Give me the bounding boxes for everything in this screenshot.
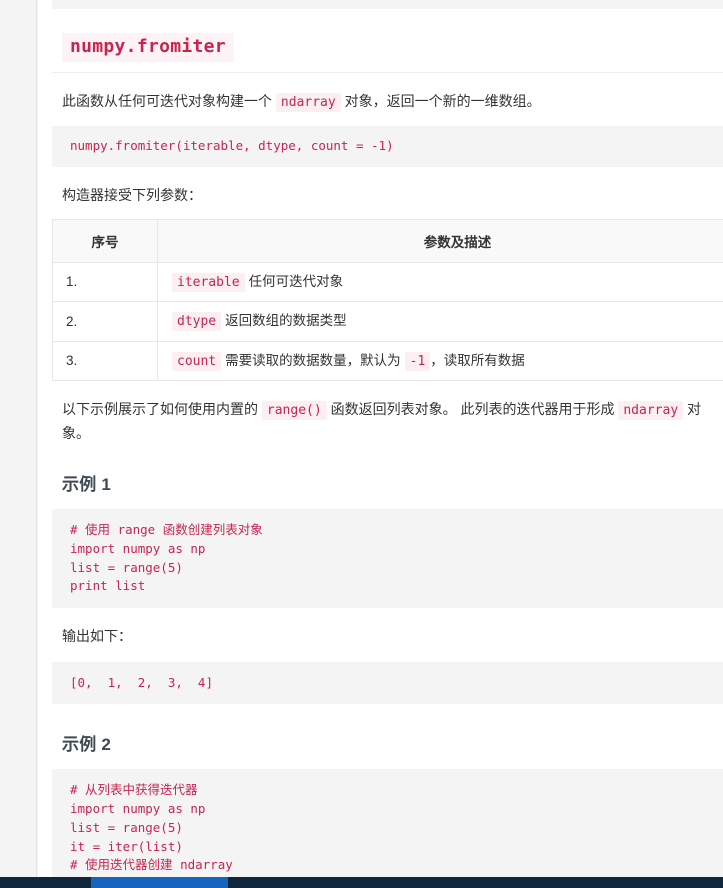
table-body: 1. iterable 任何可迭代对象 2. dtype 返回数组的数据类型 3.	[52, 261, 723, 382]
example-1-output-label: 输出如下：	[62, 628, 132, 645]
table-cell-description: count 需要读取的数据数量，默认为 -1 ，读取所有数据	[157, 340, 723, 382]
table-row: 1. iterable 任何可迭代对象	[52, 261, 723, 303]
documentation-page: numpy.fromiter 此函数从任何可迭代对象构建一个 ndarray 对…	[0, 0, 723, 877]
table-column-header-index: 序号	[52, 218, 158, 263]
table-cell-description: iterable 任何可迭代对象	[157, 261, 723, 303]
parameters-table: 序号 参数及描述 1. iterable 任何可迭代对象 2. dtype 返回…	[52, 218, 723, 382]
table-cell-description: dtype 返回数组的数据类型	[157, 301, 723, 342]
param-description-text: 需要读取的数据数量，默认为	[225, 352, 401, 368]
table-header: 序号 参数及描述	[52, 218, 723, 263]
table-column-header-description: 参数及描述	[157, 218, 723, 263]
inline-code-default-value: -1	[404, 351, 431, 371]
left-gutter	[0, 0, 37, 877]
inline-code-ndarray-2: ndarray	[618, 401, 684, 421]
param-description-text-continued: ，读取所有数据	[430, 352, 525, 368]
examples-intro-paragraph: 以下示例展示了如何使用内置的 range() 函数返回列表对象。 此列表的迭代器…	[62, 398, 723, 444]
inline-code-ndarray: ndarray	[275, 92, 341, 112]
inline-code-range: range()	[261, 401, 327, 421]
example-1-code-block: # 使用 range 函数创建列表对象 import numpy as np l…	[52, 509, 723, 609]
intro-text-before: 此函数从任何可迭代对象构建一个	[62, 92, 272, 109]
params-intro-paragraph: 构造器接受下列参数：	[62, 187, 202, 204]
scrollbar-thumb[interactable]	[91, 877, 228, 888]
title-divider	[52, 71, 723, 73]
content-column: numpy.fromiter 此函数从任何可迭代对象构建一个 ndarray 对…	[38, 0, 723, 877]
example-2-code-block: # 从列表中获得迭代器 import numpy as np list = ra…	[52, 769, 723, 877]
example-1-output-block: [0, 1, 2, 3, 4]	[52, 661, 723, 705]
table-row: 3. count 需要读取的数据数量，默认为 -1 ，读取所有数据	[52, 340, 723, 382]
table-row: 2. dtype 返回数组的数据类型	[52, 301, 723, 342]
param-description-text: 返回数组的数据类型	[225, 313, 347, 329]
inline-code-param-name: iterable	[172, 272, 245, 292]
table-header-row: 序号 参数及描述	[52, 218, 723, 263]
horizontal-scrollbar[interactable]	[0, 877, 723, 888]
example-2-heading: 示例 2	[62, 735, 111, 755]
table-cell-index: 2.	[52, 301, 158, 342]
page-title: numpy.fromiter	[62, 33, 234, 62]
examples-intro-part1: 以下示例展示了如何使用内置的	[62, 401, 258, 418]
param-description-text: 任何可迭代对象	[248, 273, 344, 289]
table-cell-index: 1.	[52, 261, 158, 303]
intro-text-after: 对象，返回一个新的一维数组。	[344, 92, 541, 109]
signature-code-block: numpy.fromiter(iterable, dtype, count = …	[52, 126, 723, 168]
page-title-container: numpy.fromiter	[62, 33, 723, 62]
intro-paragraph: 此函数从任何可迭代对象构建一个 ndarray 对象，返回一个新的一维数组。	[62, 90, 723, 114]
examples-intro-part2: 函数返回列表对象。 此列表的迭代器用于形成	[330, 401, 615, 418]
previous-code-block-fragment	[52, 0, 723, 9]
inline-code-param-name: dtype	[172, 312, 222, 332]
inline-code-param-name: count	[172, 351, 222, 371]
scrollbar-track[interactable]	[0, 877, 91, 888]
example-1-heading: 示例 1	[62, 475, 111, 495]
table-cell-index: 3.	[52, 340, 158, 382]
